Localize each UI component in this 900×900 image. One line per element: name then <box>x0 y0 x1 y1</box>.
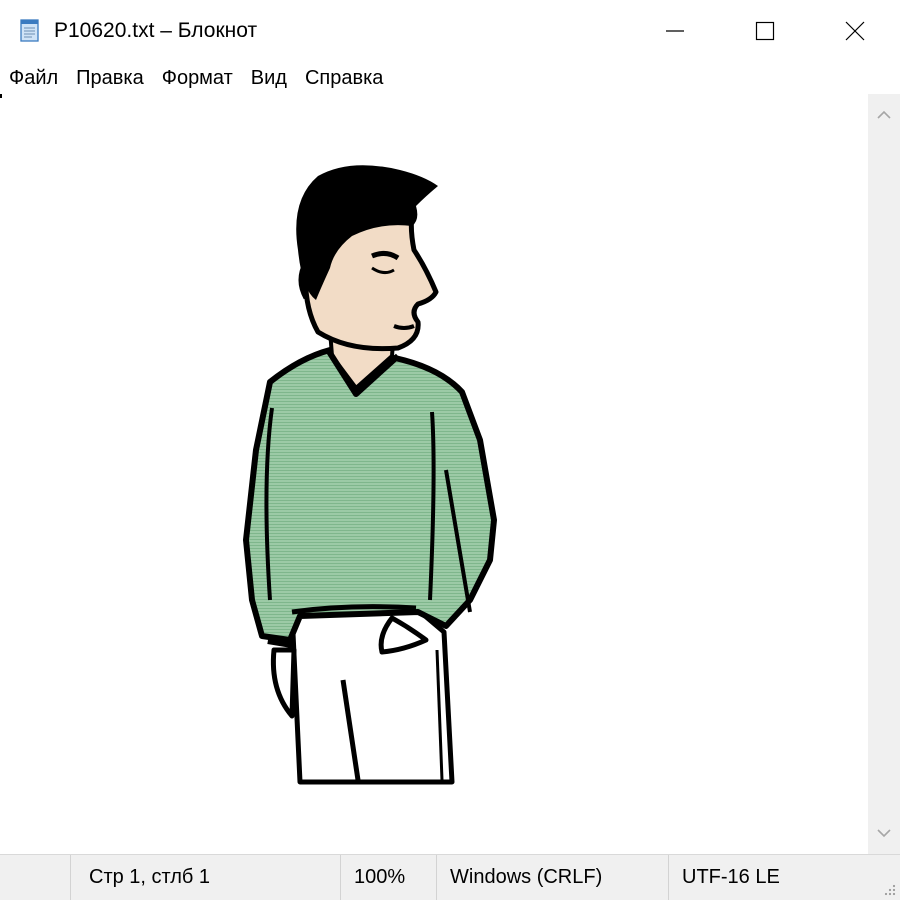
menu-format[interactable]: Формат <box>153 64 242 92</box>
vertical-scrollbar[interactable] <box>868 94 900 854</box>
zoom-level: 100% <box>340 855 436 900</box>
maximize-button[interactable] <box>720 0 810 62</box>
close-button[interactable] <box>810 0 900 62</box>
maximize-icon <box>755 21 775 41</box>
resize-grip-icon[interactable] <box>882 882 896 896</box>
menu-file[interactable]: Файл <box>0 64 67 92</box>
chevron-up-icon <box>877 110 891 119</box>
notepad-window: P10620.txt – Блокнот Файл Правка Формат … <box>0 0 900 900</box>
window-title: P10620.txt – Блокнот <box>54 19 258 42</box>
menu-view[interactable]: Вид <box>242 64 296 92</box>
notepad-icon <box>20 19 39 42</box>
line-endings: Windows (CRLF) <box>436 855 668 900</box>
title-bar[interactable]: P10620.txt – Блокнот <box>0 0 900 62</box>
menu-help[interactable]: Справка <box>296 64 392 92</box>
cursor-position: Стр 1, стлб 1 <box>70 855 340 900</box>
pants <box>289 607 455 785</box>
text-encoding: UTF-16 LE <box>668 855 900 900</box>
menu-bar: Файл Правка Формат Вид Справка <box>0 62 900 94</box>
man-illustration <box>243 165 497 785</box>
minimize-button[interactable] <box>630 0 720 62</box>
chevron-down-icon <box>877 829 891 838</box>
status-bar: Стр 1, стлб 1 100% Windows (CRLF) UTF-16… <box>0 854 900 900</box>
left-hand <box>270 647 297 719</box>
text-caret <box>0 94 2 98</box>
menu-edit[interactable]: Правка <box>67 64 153 92</box>
scroll-down-button[interactable] <box>868 818 900 848</box>
scroll-up-button[interactable] <box>868 100 900 130</box>
close-icon <box>845 21 865 41</box>
sweater <box>243 347 497 643</box>
minimize-icon <box>666 30 684 32</box>
text-editor-area[interactable] <box>0 94 868 854</box>
